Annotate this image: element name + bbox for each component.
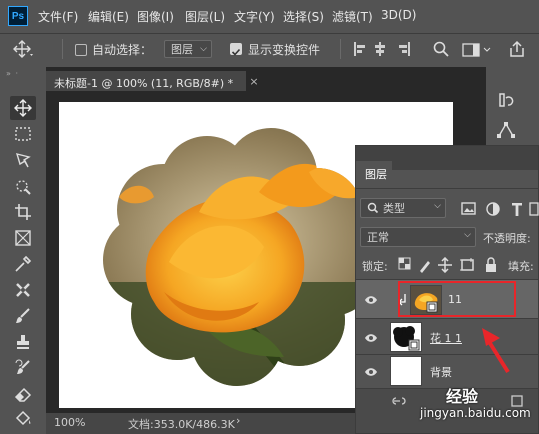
- eraser-tool-icon[interactable]: [10, 382, 36, 406]
- menu-layer[interactable]: 图层(L): [185, 8, 225, 25]
- share-icon[interactable]: [508, 40, 526, 58]
- visibility-eye-icon[interactable]: [364, 364, 378, 383]
- lock-label: 锁定:: [362, 260, 388, 273]
- menu-type[interactable]: 文字(Y): [234, 8, 275, 25]
- collapse-icon[interactable]: » ·: [6, 69, 40, 78]
- move-tool-icon[interactable]: [10, 96, 36, 120]
- auto-select-target-dropdown[interactable]: 图层 ⌵: [164, 40, 212, 58]
- layer-filter-buttons[interactable]: [460, 201, 539, 217]
- fill-label: 填充:: [508, 260, 534, 273]
- opacity-label: 不透明度:: [483, 232, 531, 245]
- search-icon[interactable]: [432, 40, 450, 58]
- layers-tab-label: 图层: [365, 168, 387, 181]
- auto-select-target-value: 图层: [171, 43, 193, 56]
- layer-filter-dropdown[interactable]: 类型 ⌵: [360, 198, 446, 218]
- watermark-url: jingyan.baidu.com: [420, 406, 531, 420]
- layer-name[interactable]: 花 1 1: [430, 330, 462, 346]
- photoshop-logo: Ps: [8, 6, 28, 26]
- layer-name[interactable]: 背景: [430, 364, 452, 380]
- layer-thumbnail-background: [390, 356, 422, 386]
- history-brush-tool-icon[interactable]: [10, 356, 36, 380]
- menu-3d[interactable]: 3D(D): [381, 8, 416, 22]
- crop-tool-icon[interactable]: [10, 200, 36, 224]
- blend-mode-dropdown[interactable]: 正常 ⌵: [360, 227, 476, 247]
- frame-tool-icon[interactable]: [10, 226, 36, 250]
- paths-panel-icon[interactable]: [496, 120, 516, 140]
- divider: [62, 39, 63, 59]
- align-buttons[interactable]: [352, 40, 432, 58]
- menu-edit[interactable]: 编辑(E): [88, 8, 129, 25]
- auto-select-label: 自动选择：: [92, 43, 153, 57]
- menu-select[interactable]: 选择(S): [283, 8, 324, 25]
- lock-buttons[interactable]: [398, 256, 504, 274]
- divider: [356, 188, 538, 189]
- visibility-eye-icon[interactable]: [364, 292, 378, 311]
- healing-brush-tool-icon[interactable]: [10, 278, 36, 302]
- status-chevron-icon[interactable]: ›: [236, 414, 246, 432]
- visibility-eye-icon[interactable]: [364, 330, 378, 349]
- show-transform-checkbox[interactable]: [230, 43, 242, 56]
- paint-bucket-tool-icon[interactable]: [10, 407, 36, 431]
- menu-file[interactable]: 文件(F): [38, 8, 78, 25]
- history-panel-icon[interactable]: [496, 90, 516, 110]
- close-tab-icon[interactable]: ×: [246, 71, 262, 91]
- highlight-box: [398, 281, 516, 317]
- blend-mode-value: 正常: [367, 231, 389, 244]
- menu-filter[interactable]: 滤镜(T): [332, 8, 373, 25]
- show-transform-label: 显示变换控件: [248, 43, 321, 57]
- search-icon: [367, 202, 379, 214]
- document-size: 文档:353.0K/486.3K: [128, 418, 235, 431]
- brush-tool-icon[interactable]: [10, 304, 36, 328]
- workspace-icon[interactable]: [462, 42, 492, 57]
- layer-filter-value: 类型: [383, 202, 405, 215]
- layer-thumbnail-flower: [390, 322, 422, 352]
- divider: [340, 39, 341, 59]
- auto-select-checkbox[interactable]: [75, 44, 87, 56]
- chevron-down-icon: ⌵: [434, 201, 441, 211]
- chevron-down-icon: ⌵: [464, 230, 471, 240]
- eyedropper-tool-icon[interactable]: [10, 252, 36, 276]
- lasso-tool-icon[interactable]: [10, 148, 36, 172]
- watermark-text: 经验: [446, 387, 479, 406]
- menu-image[interactable]: 图像(I): [137, 8, 174, 25]
- zoom-level[interactable]: 100%: [54, 416, 85, 429]
- quick-selection-tool-icon[interactable]: [10, 174, 36, 198]
- marquee-tool-icon[interactable]: [10, 122, 36, 146]
- annotation-arrow: [468, 318, 518, 376]
- document-tab-label: 未标题-1 @ 100% (11, RGB/8#) *: [54, 77, 234, 90]
- chevron-down-icon: ⌵: [200, 44, 207, 54]
- clone-stamp-tool-icon[interactable]: [10, 330, 36, 354]
- move-tool-preset-icon[interactable]: [10, 38, 34, 60]
